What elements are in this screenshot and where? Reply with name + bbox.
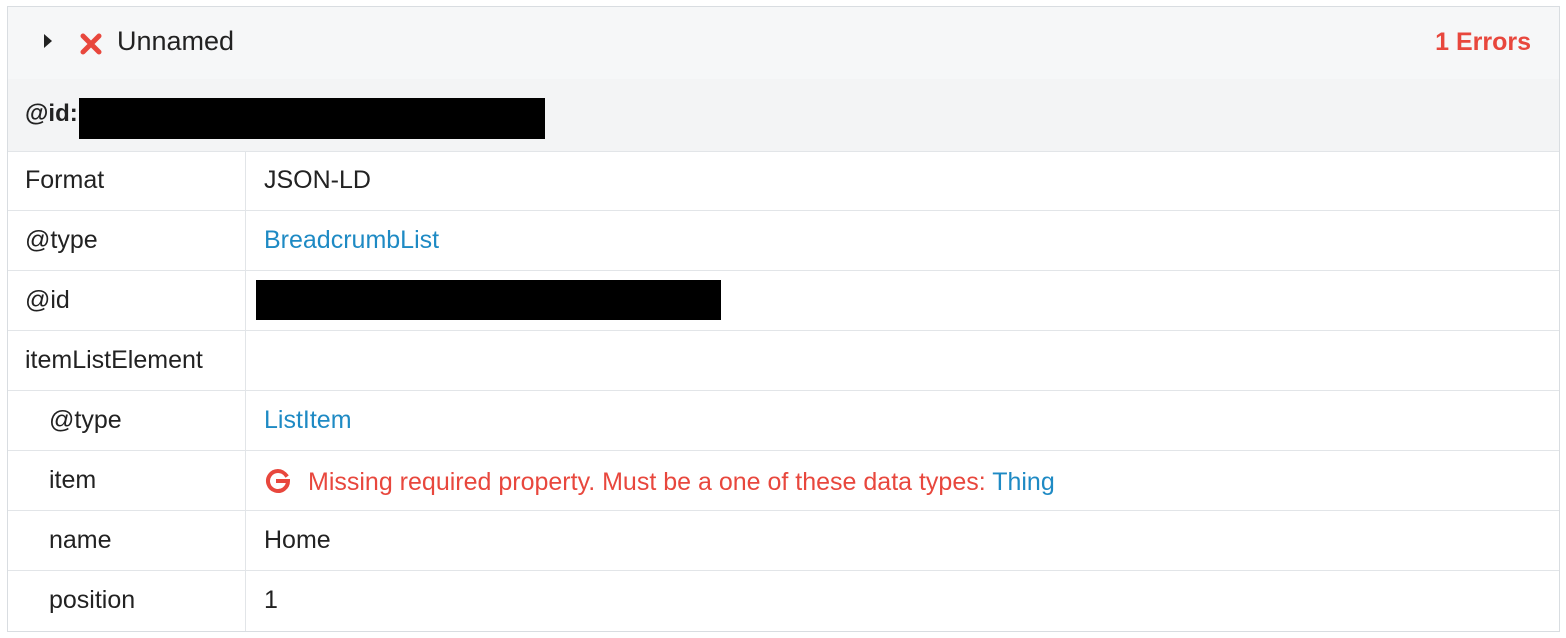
table-row: item Missing required property. Must be …	[8, 451, 1559, 511]
table-row: Format JSON-LD	[8, 151, 1559, 211]
caret-right-icon[interactable]	[44, 34, 52, 48]
property-key: @id	[25, 286, 70, 314]
property-key: position	[49, 586, 136, 614]
property-value: 1	[264, 586, 278, 614]
property-value: Home	[264, 526, 331, 554]
error-text: Missing required property. Must be a one…	[308, 468, 993, 496]
error-message: Missing required property. Must be a one…	[264, 466, 1055, 497]
table-row: @id	[8, 271, 1559, 331]
id-row: @id:	[8, 79, 1559, 152]
property-value: JSON-LD	[264, 166, 371, 194]
id-label: @id:	[25, 100, 78, 127]
property-key: @type	[25, 226, 98, 254]
item-title: Unnamed	[117, 26, 235, 56]
type-link[interactable]: BreadcrumbList	[264, 226, 439, 255]
property-key: Format	[25, 166, 105, 194]
type-link[interactable]: ListItem	[264, 406, 352, 435]
table-row: itemListElement	[8, 331, 1559, 391]
property-key: name	[49, 526, 112, 554]
redacted-value	[79, 98, 545, 139]
table-row: @type ListItem	[8, 391, 1559, 451]
table-row: @type BreadcrumbList	[8, 211, 1559, 271]
structured-data-panel: Unnamed 1 Errors @id: Format JSON-LD @ty…	[7, 6, 1560, 632]
thing-link[interactable]: Thing	[992, 468, 1055, 496]
table-row: name Home	[8, 511, 1559, 571]
property-key: item	[49, 466, 97, 494]
redacted-value	[256, 280, 721, 320]
property-key: @type	[49, 406, 122, 434]
table-row: position 1	[8, 571, 1559, 631]
google-g-icon	[266, 469, 291, 493]
property-key: itemListElement	[25, 346, 203, 374]
x-icon	[80, 33, 102, 55]
item-header[interactable]: Unnamed 1 Errors	[8, 7, 1559, 80]
error-count: 1 Errors	[1435, 28, 1531, 56]
